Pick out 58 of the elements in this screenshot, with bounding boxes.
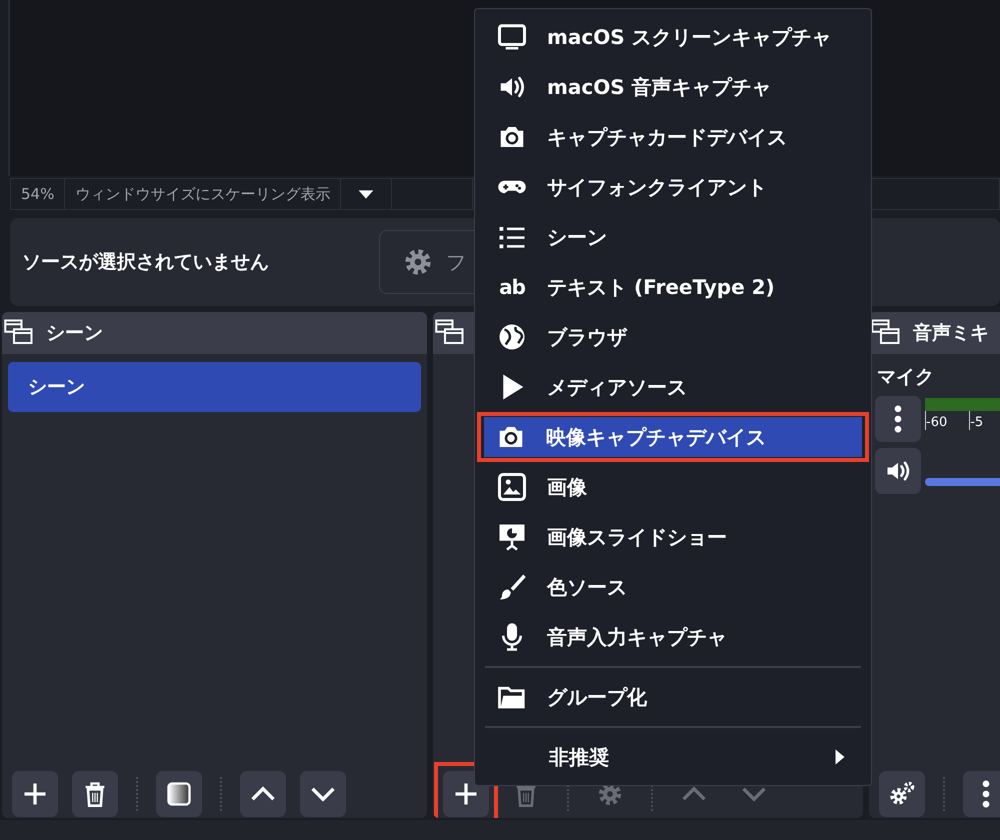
down-button[interactable] [300, 771, 346, 817]
menu-item[interactable]: メディアソース [485, 362, 861, 412]
menu-item-label: 画像 [547, 474, 587, 500]
channel-name: マイク [877, 365, 935, 390]
monitor-icon [497, 22, 527, 52]
menu-item-label: 色ソース [547, 574, 627, 600]
brush-icon [497, 572, 527, 602]
menu-item-label: サイフォンクライアント [547, 174, 767, 200]
chevron-up-icon [250, 786, 276, 802]
menu-item[interactable]: 音声入力キャプチャ [485, 612, 861, 662]
add-button[interactable] [12, 771, 58, 817]
presentation-icon [497, 522, 527, 552]
menu-item-label: メディアソース [547, 374, 687, 400]
panel-title: シーン [46, 321, 103, 346]
mute-button[interactable] [875, 448, 921, 494]
menu-item[interactable]: ブラウザ [485, 312, 861, 362]
panel-title: 音声ミキ [913, 321, 989, 346]
menu-item-label: 音声入力キャプチャ [547, 624, 727, 650]
dots-button[interactable] [963, 771, 1000, 817]
image-icon [497, 472, 527, 502]
menu-item-label: グループ化 [547, 684, 647, 710]
add-button[interactable] [443, 771, 489, 817]
channel-menu-button[interactable] [875, 396, 921, 442]
menu-item[interactable]: サイフォンクライアント [485, 162, 861, 212]
menu-item-label: ブラウザ [547, 324, 627, 350]
menu-item-label: macOS スクリーンキャプチャ [547, 24, 832, 50]
no-source-message: ソースが選択されていません [22, 250, 269, 275]
chevron-up-icon [681, 786, 707, 802]
meter-tick: -60 [925, 411, 948, 430]
menu-item[interactable]: 映像キャプチャデバイス [484, 417, 862, 457]
menu-item-label: テキスト (FreeType 2) [547, 274, 775, 300]
chevron-down-icon [310, 786, 336, 802]
menu-item[interactable]: 画像 [485, 462, 861, 512]
menu-item[interactable]: macOS スクリーンキャプチャ [485, 12, 861, 62]
up-button[interactable] [240, 771, 286, 817]
menu-item-label: macOS 音声キャプチャ [547, 74, 772, 100]
menu-item[interactable]: 画像スライドショー [485, 512, 861, 562]
more-icon [894, 405, 902, 433]
scale-mode: ウィンドウサイズにスケーリング表示 [65, 179, 342, 209]
menu-item-label: シーン [547, 224, 607, 250]
more-icon [982, 780, 990, 808]
menu-item[interactable]: 非推奨 [485, 732, 861, 782]
trash-button[interactable] [72, 771, 118, 817]
chevron-down-icon [741, 786, 767, 802]
menu-item[interactable]: 色ソース [485, 562, 861, 612]
gradient-square-icon [165, 780, 193, 808]
menu-item[interactable]: グループ化 [485, 672, 861, 722]
meter-tick: -5 [969, 411, 984, 430]
zoom-level: 54% [11, 179, 66, 209]
scene-item[interactable]: シーン [8, 362, 421, 412]
menu-item-label: 画像スライドショー [547, 524, 727, 550]
gears-button[interactable] [879, 771, 925, 817]
menu-item-label: 映像キャプチャデバイス [546, 424, 766, 450]
filter-button[interactable] [156, 771, 202, 817]
globe-icon [497, 322, 527, 352]
menu-item-label: キャプチャカードデバイス [547, 124, 787, 150]
menu-item[interactable]: macOS 音声キャプチャ [485, 62, 861, 112]
menu-item[interactable]: キャプチャカードデバイス [485, 112, 861, 162]
